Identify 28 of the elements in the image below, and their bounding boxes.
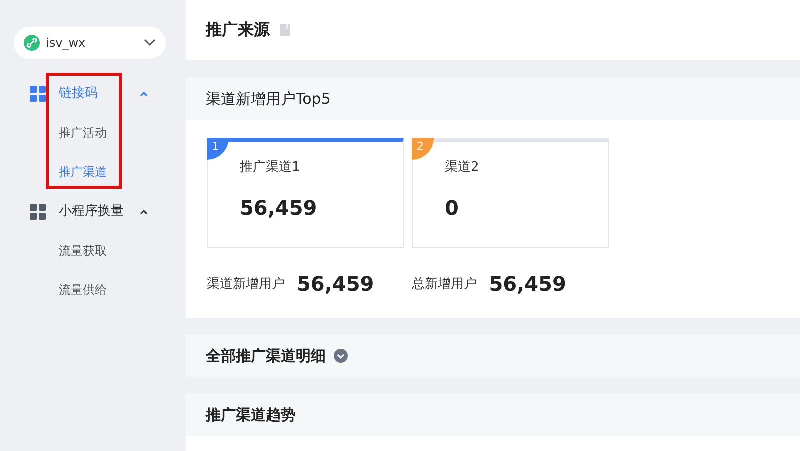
- caret-icon[interactable]: [140, 209, 148, 215]
- channel-name: 渠道2: [445, 159, 480, 176]
- menu-item[interactable]: 流量供给: [59, 280, 107, 300]
- channel-name: 推广渠道1: [240, 159, 302, 176]
- menu-item[interactable]: 推广渠道: [59, 162, 107, 182]
- channel-card[interactable]: 1 推广渠道1 56,459: [207, 138, 404, 248]
- page-title: 推广来源: [206, 20, 270, 40]
- stat-label: 渠道新增用户: [207, 276, 285, 293]
- channel-value: 0: [445, 196, 460, 220]
- stat-value: 56,459: [489, 272, 566, 296]
- rank-badge: 1: [207, 138, 229, 160]
- section-title: 渠道新增用户Top5: [206, 90, 331, 108]
- link-icon: [24, 35, 40, 51]
- menu-item[interactable]: 流量获取: [59, 241, 107, 261]
- menu-item[interactable]: 推广活动: [59, 123, 107, 143]
- chevron-down-icon: [144, 39, 156, 47]
- account-select[interactable]: isv_wx: [14, 27, 166, 59]
- menu-group[interactable]: 小程序换量: [59, 202, 124, 222]
- section-title: 推广渠道趋势: [206, 406, 296, 424]
- document-icon: [280, 24, 290, 36]
- menu-group[interactable]: 链接码: [59, 84, 98, 104]
- rank-badge: 2: [412, 138, 434, 160]
- stat-label: 总新增用户: [412, 276, 478, 293]
- section-title: 全部推广渠道明细: [206, 346, 326, 366]
- channel-value: 56,459: [240, 196, 318, 220]
- channel-card[interactable]: 2 渠道2 0: [412, 138, 609, 248]
- stat-value: 56,459: [297, 272, 374, 296]
- expand-icon[interactable]: [334, 349, 348, 363]
